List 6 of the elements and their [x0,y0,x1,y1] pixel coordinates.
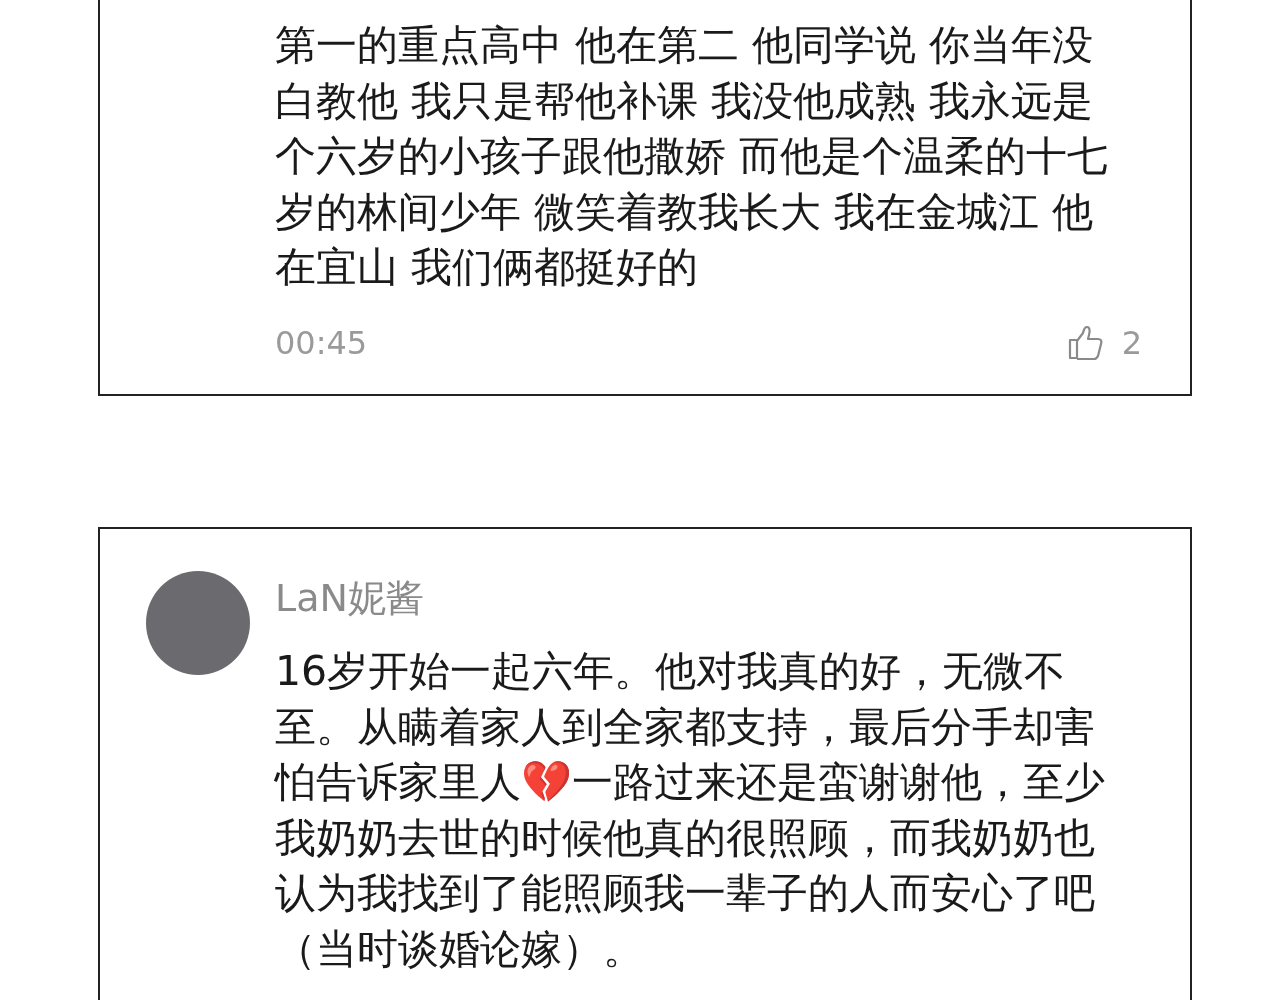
comment-time: 00:45 [275,323,368,362]
like-count: 2 [1121,323,1142,362]
comment-text: 第一的重点高中 他在第二 他同学说 你当年没白教他 我只是帮他补课 我没他成熟 我永远是个六岁的小孩子跟他撒娇 而他是个温柔的十七岁的林间少年 微笑着教我长大 我在金城江 他在宜山 我们俩都挺好的 [275,20,1110,293]
comment-text: 16岁开始一起六年。他对我真的好，无微不至。从瞒着家人到全家都支持，最后分手却害怕告诉家里人💔一路过来还是蛮谢谢他，至少我奶奶去世的时候他真的很照顾，而我奶奶也认为我找到了能照顾我一辈子的人而安心了吧（当时谈婚论嫁）。 [275,646,1106,975]
thumbs-up-icon[interactable] [1067,324,1104,361]
author-name: LaN妮酱 [275,575,425,622]
